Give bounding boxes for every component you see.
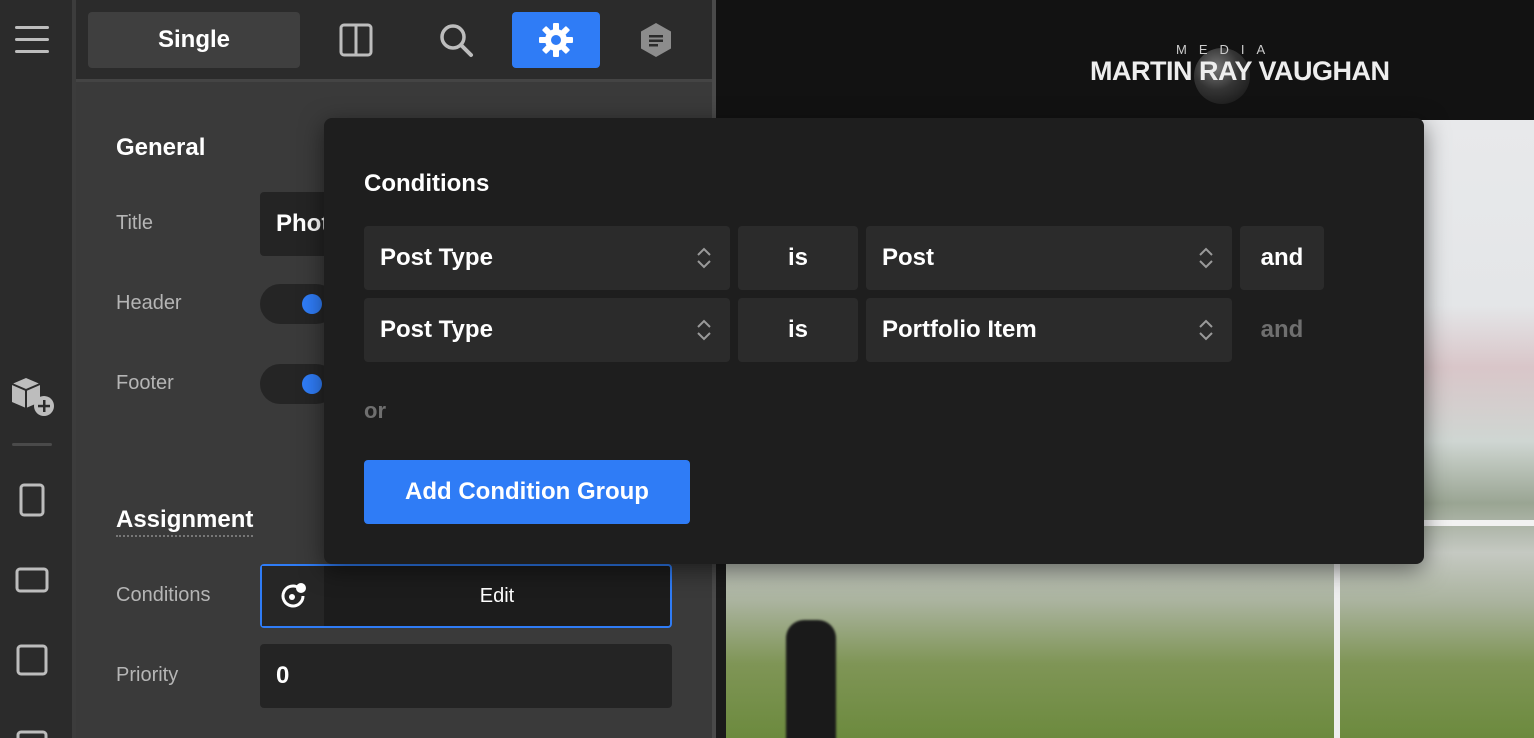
search-icon[interactable]	[412, 12, 500, 68]
single-layout-button[interactable]: Single	[88, 12, 300, 68]
chevron-updown-icon	[1199, 319, 1213, 341]
and-button[interactable]: and	[1240, 298, 1324, 362]
and-button[interactable]: and	[1240, 226, 1324, 290]
assignment-heading: Assignment	[116, 506, 254, 537]
site-logo[interactable]: MEDIA MARTIN RAY VAUGHAN	[1090, 40, 1390, 104]
desktop-icon[interactable]	[0, 712, 64, 738]
condition-field-value: Post Type	[380, 316, 493, 343]
priority-input[interactable]: 0	[260, 644, 672, 708]
chevron-updown-icon	[697, 247, 711, 269]
general-heading: General	[116, 134, 206, 161]
settings-icon[interactable]	[512, 12, 600, 68]
columns-icon[interactable]	[312, 12, 400, 68]
conditions-edit-field[interactable]: Edit	[260, 564, 672, 628]
header-label: Header	[116, 292, 182, 314]
phone-frame-icon[interactable]	[0, 472, 64, 528]
condition-operator[interactable]: is	[738, 226, 858, 290]
condition-value: Post	[882, 244, 935, 271]
assignment-heading-text: Assignment	[116, 506, 254, 537]
rail-divider	[12, 443, 52, 446]
panel-toolbar: Single	[76, 0, 716, 82]
add-condition-group-button[interactable]: Add Condition Group	[364, 460, 690, 524]
conditions-label: Conditions	[116, 584, 211, 606]
condition-value-select[interactable]: Portfolio Item	[866, 298, 1232, 362]
menu-icon[interactable]	[0, 12, 64, 68]
footer-label: Footer	[116, 372, 174, 394]
conditions-edit-button[interactable]: Edit	[324, 566, 670, 626]
conditions-popup: Conditions Post Type is Post and Post Ty…	[324, 118, 1424, 564]
toggle-knob	[302, 374, 322, 394]
photo-figure	[786, 620, 836, 738]
or-label[interactable]: or	[364, 398, 386, 424]
priority-label: Priority	[116, 664, 179, 686]
logo-media-text: MEDIA	[1176, 42, 1278, 57]
condition-field-select[interactable]: Post Type	[364, 226, 730, 290]
chevron-updown-icon	[697, 319, 711, 341]
condition-value: Portfolio Item	[882, 316, 1037, 343]
tablet-landscape-icon[interactable]	[0, 552, 64, 608]
condition-field-value: Post Type	[380, 244, 493, 271]
conditions-icon	[262, 566, 324, 626]
logo-main-text: MARTIN RAY VAUGHAN	[1090, 56, 1390, 86]
popup-title: Conditions	[364, 170, 490, 197]
title-label: Title	[116, 212, 154, 234]
chevron-updown-icon	[1199, 247, 1213, 269]
left-rail	[0, 0, 74, 738]
add-component-icon[interactable]	[0, 366, 64, 422]
tablet-icon[interactable]	[0, 632, 64, 688]
condition-operator[interactable]: is	[738, 298, 858, 362]
toggle-knob	[302, 294, 322, 314]
condition-value-select[interactable]: Post	[866, 226, 1232, 290]
notes-icon[interactable]	[612, 12, 700, 68]
condition-field-select[interactable]: Post Type	[364, 298, 730, 362]
photo-goal-post	[1334, 560, 1340, 738]
